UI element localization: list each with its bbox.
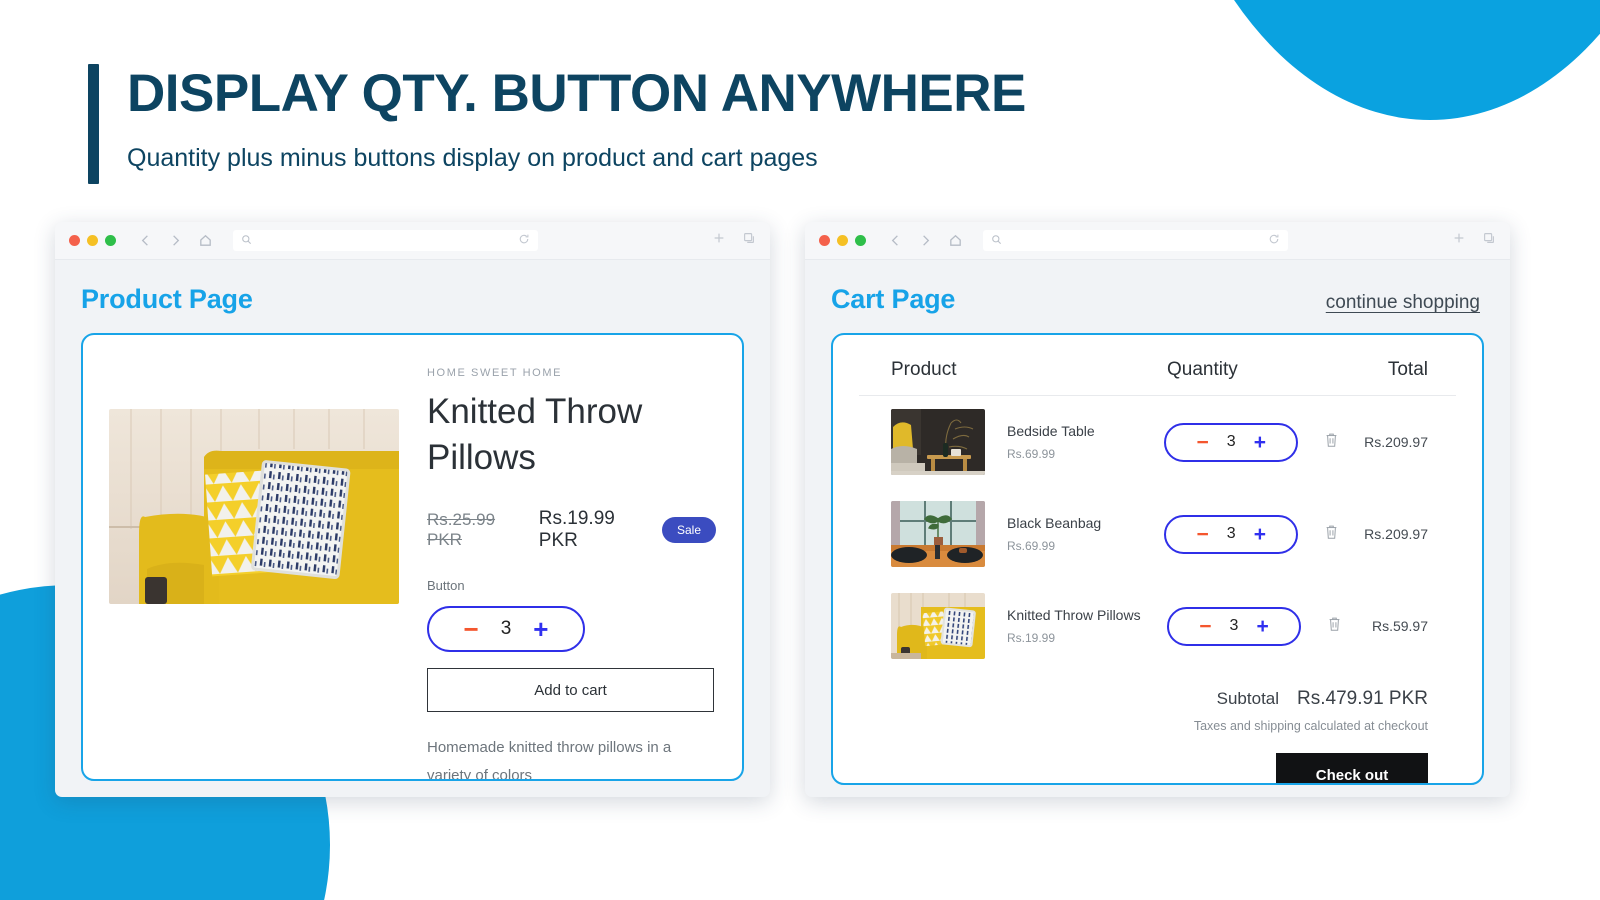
cart-item-unit-price: Rs.69.99 xyxy=(1007,539,1056,553)
quantity-decrease-button[interactable]: − xyxy=(1197,524,1209,545)
search-icon xyxy=(241,232,252,250)
product-thumbnail xyxy=(891,593,985,659)
column-header-quantity: Quantity xyxy=(1167,359,1238,380)
home-icon[interactable] xyxy=(948,233,963,248)
browser-chrome xyxy=(805,222,1510,260)
forward-arrow-icon[interactable] xyxy=(918,233,933,248)
quantity-decrease-button[interactable]: − xyxy=(464,616,479,642)
page-subtitle: Quantity plus minus buttons display on p… xyxy=(127,143,818,172)
reload-icon[interactable] xyxy=(518,232,530,250)
product-thumbnail xyxy=(891,501,985,567)
browser-chrome xyxy=(55,222,770,260)
cart-item-total: Rs.209.97 xyxy=(1364,434,1428,450)
page-title: DISPLAY QTY. BUTTON ANYWHERE xyxy=(127,64,1026,123)
quantity-value[interactable]: 3 xyxy=(1230,617,1239,635)
decorative-blob-top-right xyxy=(1150,0,1600,120)
cart-table-header: Product Quantity Total xyxy=(859,355,1456,396)
subtotal-label: Subtotal xyxy=(1216,689,1280,708)
quantity-stepper[interactable]: − 3 + xyxy=(1164,422,1299,462)
quantity-field-label: Button xyxy=(427,578,465,594)
address-bar[interactable] xyxy=(233,230,538,251)
reload-icon[interactable] xyxy=(1268,232,1280,250)
cart-item-total: Rs.59.97 xyxy=(1371,618,1428,634)
table-row: Black Beanbag Rs.69.99 − 3 + Rs.209.97 xyxy=(859,488,1456,580)
checkout-button[interactable]: Check out xyxy=(1276,753,1428,783)
product-thumbnail xyxy=(891,409,985,475)
subtotal-row: Subtotal Rs.479.91 PKR xyxy=(859,688,1456,710)
quantity-stepper[interactable]: − 3 + xyxy=(1164,514,1299,554)
maximize-window-button[interactable] xyxy=(105,235,116,246)
address-bar[interactable] xyxy=(983,230,1288,251)
quantity-decrease-button[interactable]: − xyxy=(1197,432,1209,453)
tax-shipping-note: Taxes and shipping calculated at checkou… xyxy=(1193,719,1428,733)
quantity-value[interactable]: 3 xyxy=(1227,433,1236,451)
forward-arrow-icon[interactable] xyxy=(168,233,183,248)
search-icon xyxy=(991,232,1002,250)
remove-item-trash-icon[interactable] xyxy=(1324,432,1339,453)
product-page-window: Product Page HOME SWEET HOME Knitted Thr… xyxy=(55,222,770,797)
poster-canvas: DISPLAY QTY. BUTTON ANYWHERE Quantity pl… xyxy=(0,0,1600,900)
column-header-product: Product xyxy=(891,359,957,380)
table-row: Bedside Table Rs.69.99 − 3 + Rs.209.97 xyxy=(859,396,1456,488)
close-window-button[interactable] xyxy=(819,235,830,246)
product-description: Homemade knitted throw pillows in a vari… xyxy=(427,739,672,781)
cart-item-unit-price: Rs.19.99 xyxy=(1007,631,1056,645)
quantity-increase-button[interactable]: + xyxy=(533,616,548,642)
product-card: HOME SWEET HOME Knitted Throw Pillows Rs… xyxy=(81,333,744,781)
product-image xyxy=(109,409,399,604)
window-controls[interactable] xyxy=(69,235,116,246)
cart-item-total: Rs.209.97 xyxy=(1364,526,1428,542)
window-controls[interactable] xyxy=(819,235,866,246)
subtotal-value: Rs.479.91 PKR xyxy=(1297,688,1428,709)
current-price: Rs.19.99 PKR xyxy=(538,508,615,552)
back-arrow-icon[interactable] xyxy=(138,233,153,248)
cart-page-window: Cart Page continue shopping Product Quan… xyxy=(805,222,1510,797)
cart-page-label: Cart Page xyxy=(831,284,956,314)
cart-table: Product Quantity Total Bedside Table Rs.… xyxy=(859,355,1456,783)
quantity-increase-button[interactable]: + xyxy=(1256,616,1268,637)
heading-accent-bar xyxy=(88,64,99,184)
close-window-button[interactable] xyxy=(69,235,80,246)
plus-icon[interactable] xyxy=(1452,231,1466,250)
column-header-total: Total xyxy=(1387,359,1428,380)
cart-item-name[interactable]: Black Beanbag xyxy=(1007,515,1101,531)
quantity-stepper[interactable]: − 3 + xyxy=(427,606,585,653)
quantity-increase-button[interactable]: + xyxy=(1254,524,1266,545)
cart-item-name[interactable]: Knitted Throw Pillows xyxy=(1007,607,1141,623)
quantity-value[interactable]: 3 xyxy=(1227,525,1236,543)
home-icon[interactable] xyxy=(198,233,213,248)
quantity-decrease-button[interactable]: − xyxy=(1199,616,1211,637)
product-page-label: Product Page xyxy=(81,284,253,314)
minimize-window-button[interactable] xyxy=(837,235,848,246)
product-vendor: HOME SWEET HOME xyxy=(427,367,563,379)
product-title: Knitted Throw Pillows xyxy=(427,392,643,478)
quantity-increase-button[interactable]: + xyxy=(1254,432,1266,453)
back-arrow-icon[interactable] xyxy=(888,233,903,248)
compare-at-price: Rs.25.99 PKR xyxy=(427,510,496,550)
continue-shopping-link[interactable]: continue shopping xyxy=(1326,292,1484,314)
copy-tabs-icon[interactable] xyxy=(742,231,756,250)
maximize-window-button[interactable] xyxy=(855,235,866,246)
cart-item-unit-price: Rs.69.99 xyxy=(1007,447,1056,461)
quantity-value[interactable]: 3 xyxy=(501,618,512,640)
remove-item-trash-icon[interactable] xyxy=(1324,524,1339,545)
price-row: Rs.25.99 PKR Rs.19.99 PKR Sale xyxy=(427,508,716,552)
copy-tabs-icon[interactable] xyxy=(1482,231,1496,250)
cart-card: Product Quantity Total Bedside Table Rs.… xyxy=(831,333,1484,785)
table-row: Knitted Throw Pillows Rs.19.99 − 3 + Rs.… xyxy=(859,580,1456,672)
plus-icon[interactable] xyxy=(712,231,726,250)
status-badge: Sale xyxy=(661,517,716,544)
quantity-stepper[interactable]: − 3 + xyxy=(1167,606,1301,646)
hero-heading: DISPLAY QTY. BUTTON ANYWHERE Quantity pl… xyxy=(88,64,1026,184)
add-to-cart-button[interactable]: Add to cart xyxy=(427,668,714,713)
minimize-window-button[interactable] xyxy=(87,235,98,246)
cart-item-name[interactable]: Bedside Table xyxy=(1007,423,1095,439)
remove-item-trash-icon[interactable] xyxy=(1327,616,1342,637)
